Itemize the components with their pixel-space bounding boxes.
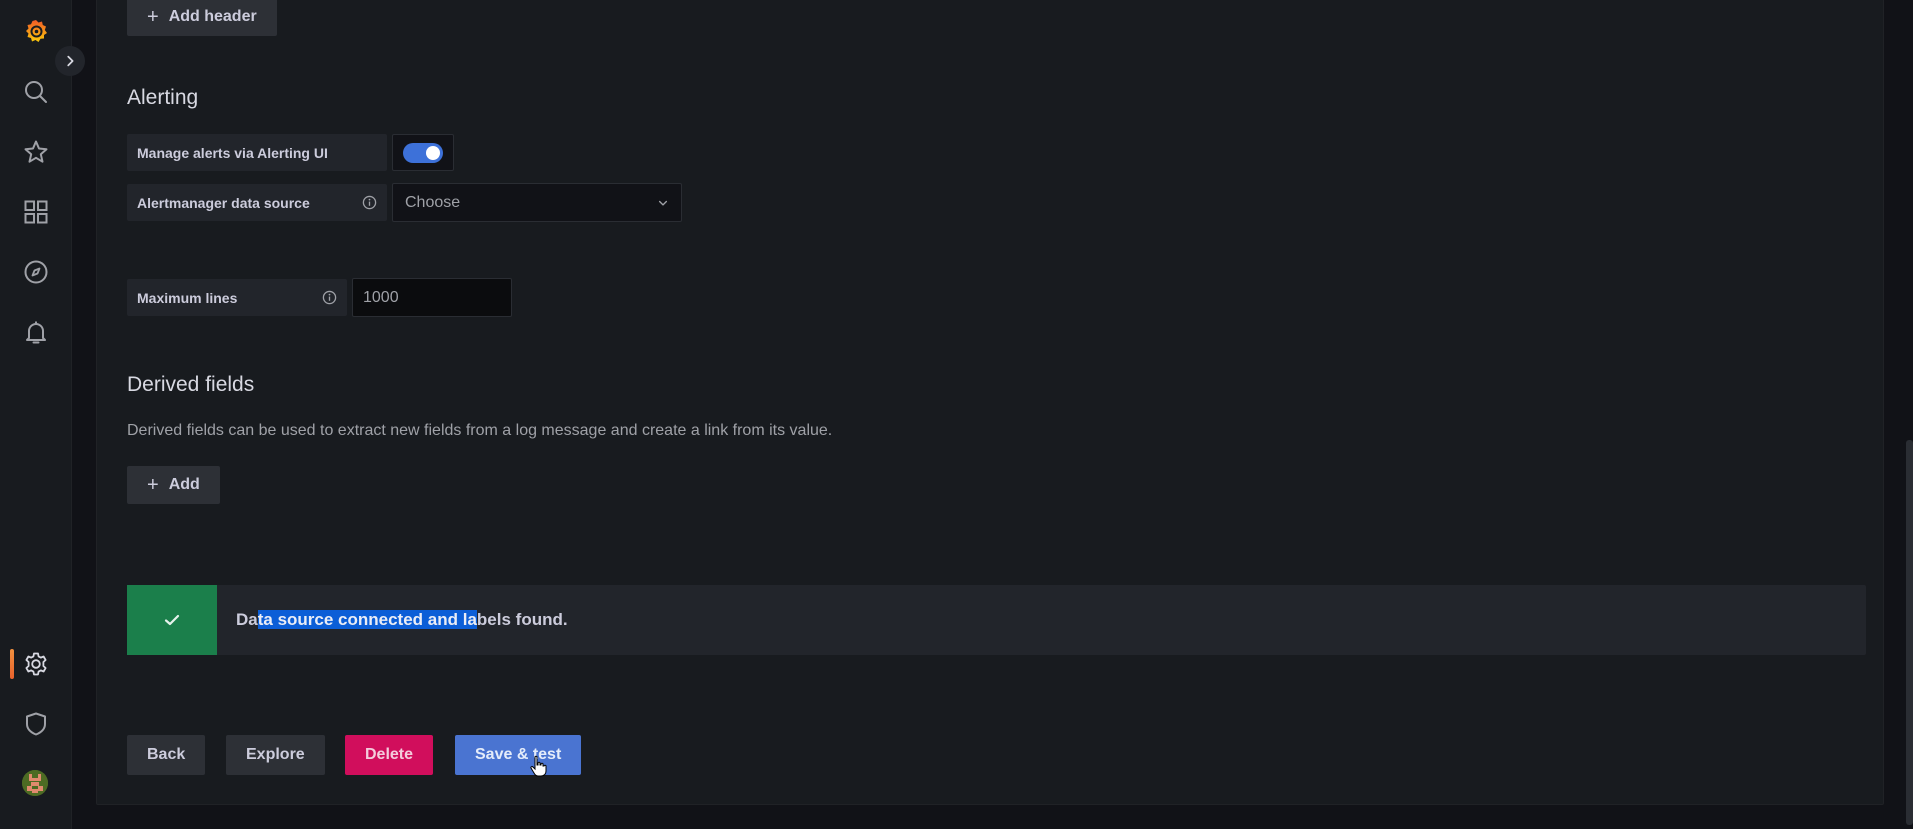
add-derived-field-label: Add [168,476,200,493]
manage-alerts-label-text: Manage alerts via Alerting UI [137,144,328,161]
manage-alerts-toggle[interactable] [392,134,454,171]
success-alert: Data source connected and labels found. [127,585,1866,655]
info-icon[interactable] [362,195,377,210]
compass-icon[interactable] [22,258,50,286]
alertmanager-label-text: Alertmanager data source [137,194,310,211]
check-icon [164,614,180,626]
alert-text-selection: ta source connected and la [257,610,477,629]
plus-icon: + [147,6,159,28]
chevron-down-icon [658,200,668,206]
maximum-lines-label: Maximum lines [127,279,347,316]
add-derived-field-button[interactable]: + Add [127,466,220,504]
derived-fields-description: Derived fields can be used to extract ne… [127,422,833,439]
derived-fields-heading: Derived fields [127,373,255,396]
alert-text-part: bels found. [476,610,568,629]
side-menu [0,0,85,829]
toggle-switch[interactable] [403,142,443,163]
add-header-button[interactable]: + Add header [127,0,277,36]
apps-icon[interactable] [22,198,50,226]
bell-icon[interactable] [22,318,50,346]
add-header-label: Add header [168,8,257,25]
chevron-right-icon [67,55,74,67]
star-icon[interactable] [22,138,50,166]
maximum-lines-input[interactable] [352,278,512,317]
delete-button[interactable]: Delete [345,735,434,775]
avatar[interactable] [22,770,48,796]
alertmanager-datasource-select[interactable]: Choose [392,183,682,222]
alert-message: Data source connected and labels found. [217,610,568,630]
datasource-settings-panel [96,0,1884,805]
shield-icon[interactable] [22,710,50,738]
explore-button[interactable]: Explore [226,735,325,775]
select-placeholder: Choose [405,193,461,211]
expand-sidebar-button[interactable] [55,46,85,76]
search-icon[interactable] [22,78,50,106]
maximum-lines-label-text: Maximum lines [137,289,238,306]
info-icon[interactable] [322,290,337,305]
alert-icon-box [127,585,217,655]
scrollbar[interactable] [1906,440,1913,825]
back-button[interactable]: Back [127,735,206,775]
gear-icon[interactable] [22,650,50,678]
active-indicator [10,649,14,679]
manage-alerts-label: Manage alerts via Alerting UI [127,134,387,171]
alerting-heading: Alerting [127,86,199,109]
page-content: + Add header Alerting Manage alerts via … [72,0,1913,829]
alertmanager-datasource-label: Alertmanager data source [127,184,387,221]
alert-text-part: Da [236,610,258,629]
save-and-test-button[interactable]: Save & test [455,735,582,775]
plus-icon: + [147,474,159,496]
grafana-logo-icon[interactable] [22,17,50,45]
